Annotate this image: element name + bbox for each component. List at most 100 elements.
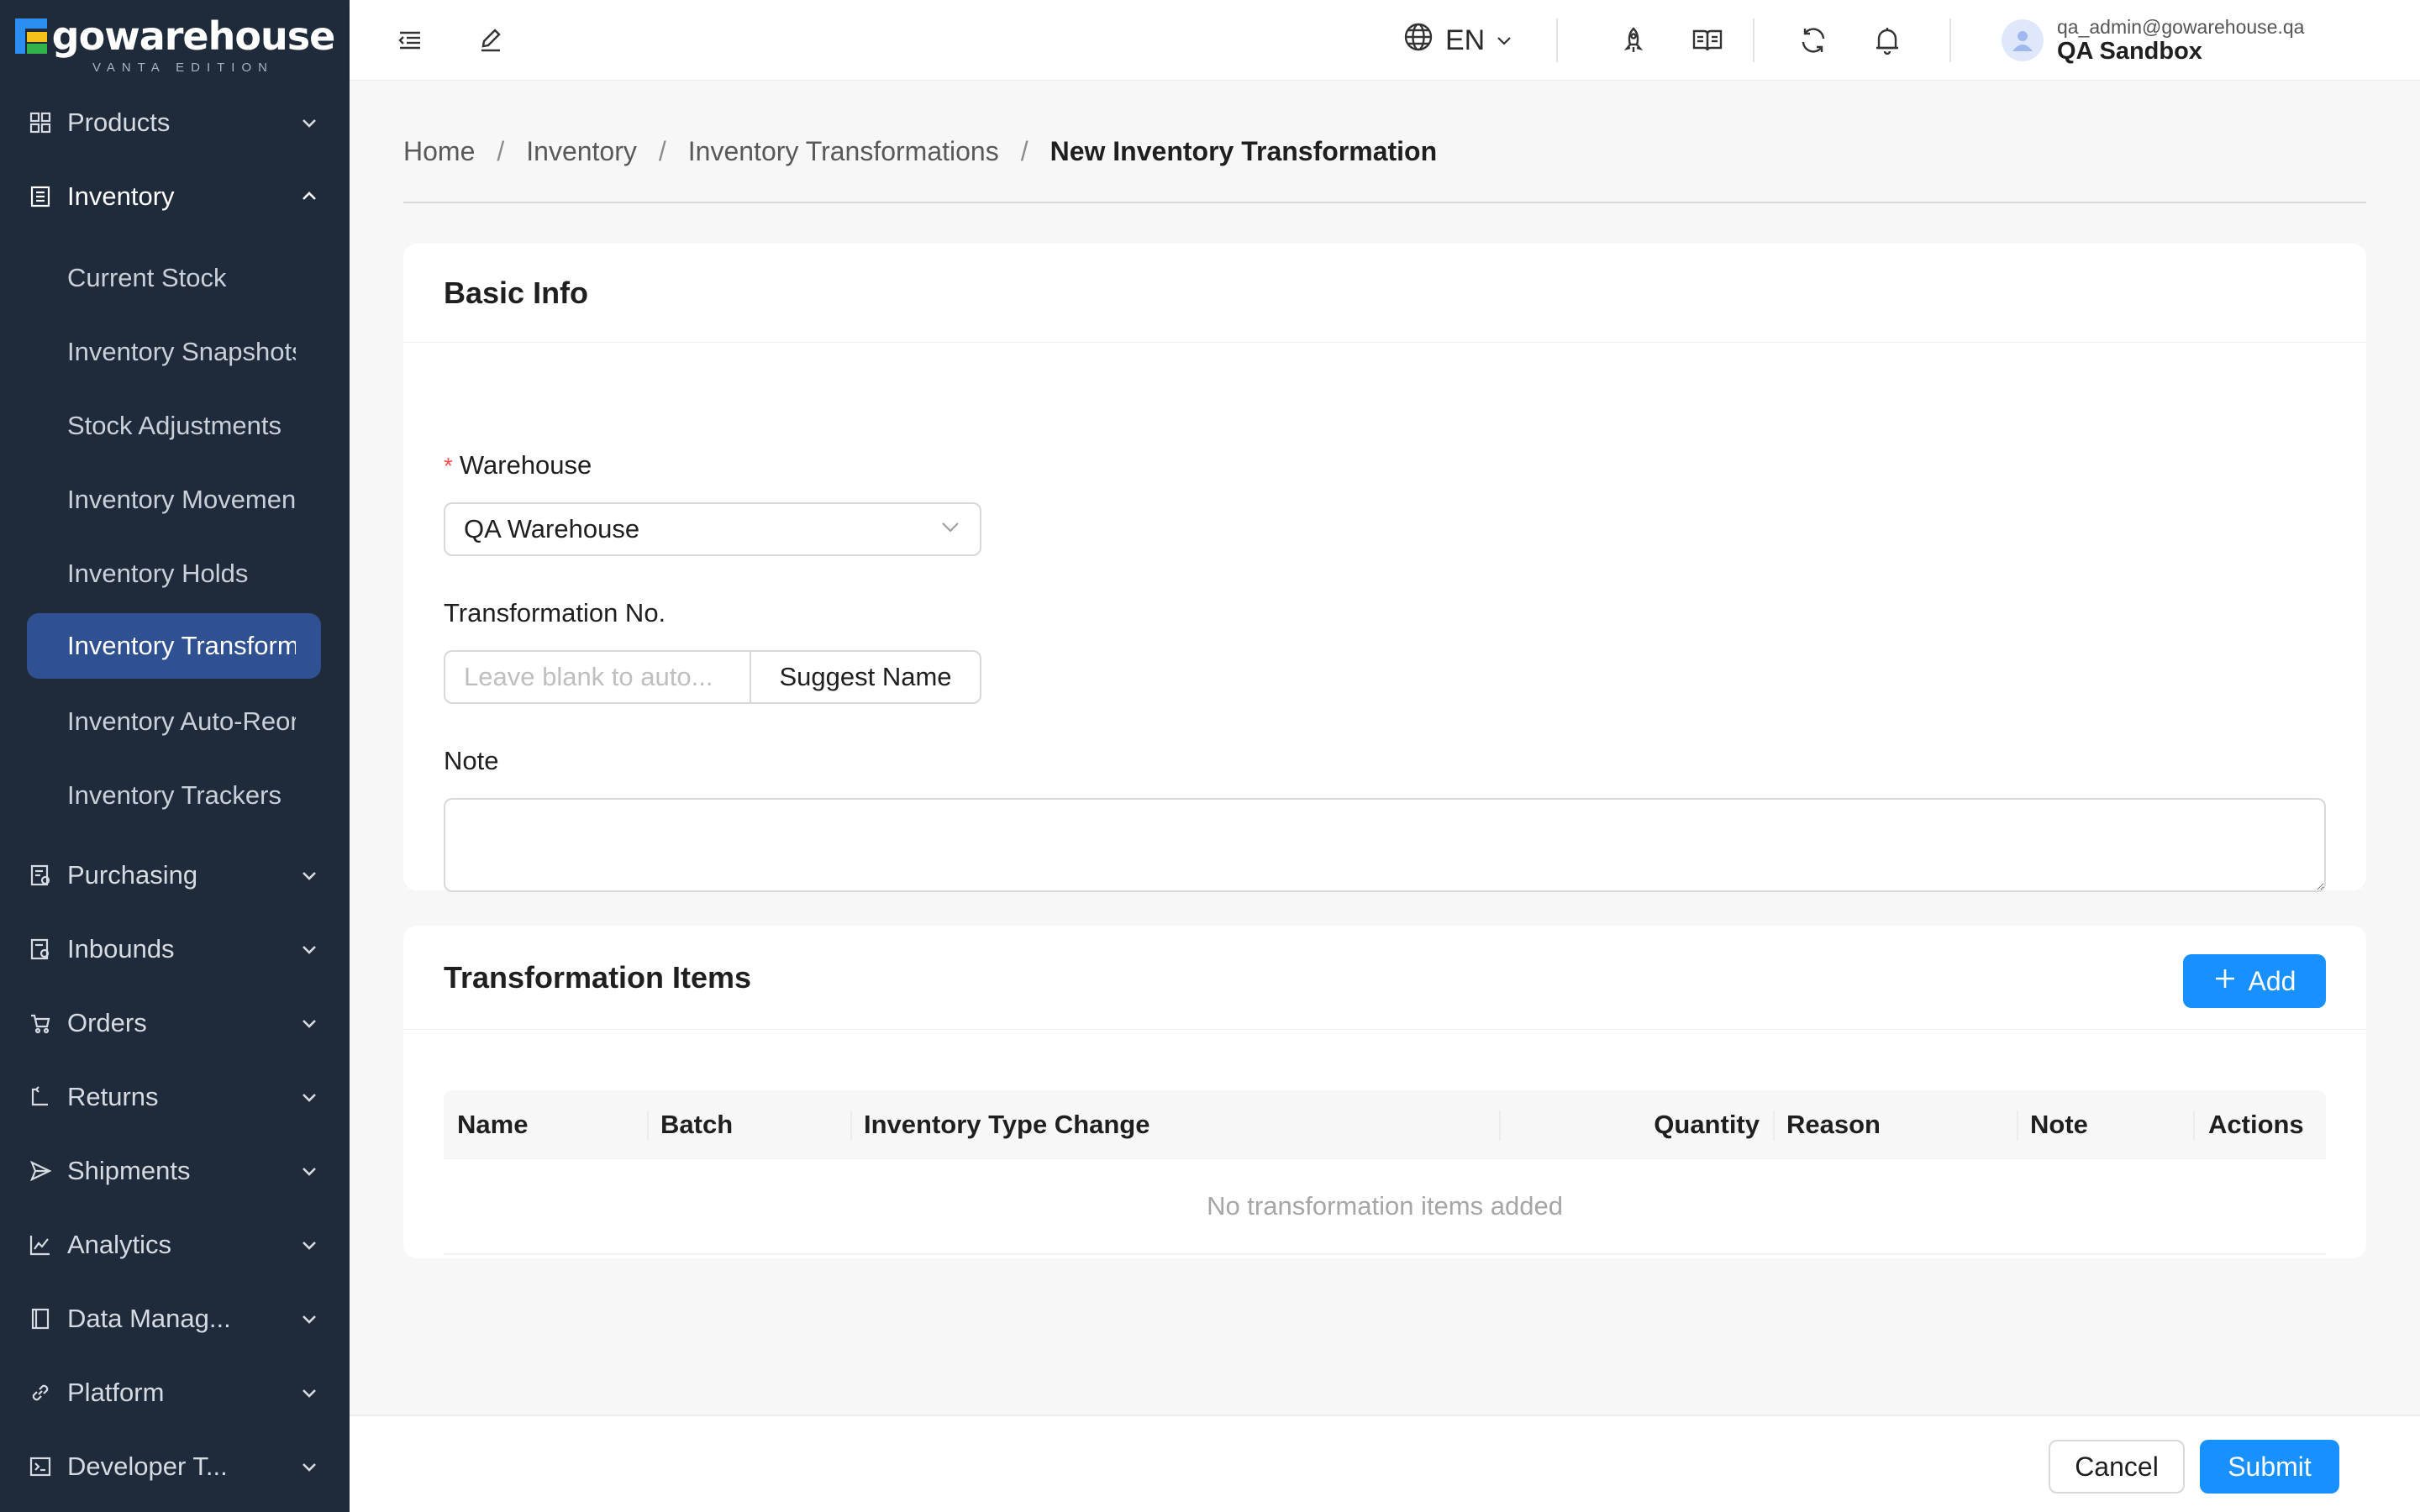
sidebar-item-orders[interactable]: Orders	[27, 993, 321, 1053]
sidebar-item-label: Inventory	[67, 181, 175, 211]
rocket-icon[interactable]	[1617, 24, 1650, 57]
breadcrumb: Home / Inventory / Inventory Transformat…	[403, 136, 1437, 167]
sidebar-subitem-current-stock[interactable]: Current Stock	[27, 245, 321, 311]
sidebar-subitem-inventory-holds[interactable]: Inventory Holds	[27, 541, 321, 606]
chevron-down-icon	[297, 1233, 321, 1257]
breadcrumb-inventory-transformations[interactable]: Inventory Transformations	[688, 136, 999, 167]
sidebar-item-label: Platform	[67, 1378, 165, 1407]
book-icon	[27, 1305, 54, 1332]
chevron-down-icon	[297, 1307, 321, 1331]
returns-icon	[27, 1084, 54, 1110]
sidebar-item-returns[interactable]: Returns	[27, 1067, 321, 1127]
language-selector[interactable]: EN	[1402, 20, 1513, 60]
breadcrumb-inventory[interactable]: Inventory	[526, 136, 637, 167]
sidebar-item-purchasing[interactable]: Purchasing	[27, 845, 321, 906]
inventory-icon	[27, 183, 54, 210]
top-bar: EN qa_admin@gowarehouse.qa QA Sandbox	[350, 0, 2420, 81]
cancel-button[interactable]: Cancel	[2049, 1440, 2185, 1494]
language-value: EN	[1445, 24, 1486, 56]
sidebar-subitem-inventory-auto-reorder[interactable]: Inventory Auto-Reorder	[27, 689, 321, 754]
menu-fold-icon[interactable]	[393, 24, 427, 57]
sidebar-item-platform[interactable]: Platform	[27, 1362, 321, 1423]
sidebar-item-shipments[interactable]: Shipments	[27, 1141, 321, 1201]
sidebar-item-label: Data Manag...	[67, 1304, 231, 1333]
sidebar-item-label: Developer T...	[67, 1452, 228, 1481]
sidebar-item-label: Returns	[67, 1082, 159, 1111]
sidebar-subitem-label: Inventory Movements	[67, 485, 296, 514]
chevron-down-icon	[297, 864, 321, 887]
basic-info-card: Basic Info * Warehouse QA Warehouse Trans…	[403, 244, 2366, 892]
breadcrumb-separator: /	[497, 136, 505, 166]
logo-mark-icon	[14, 18, 47, 54]
chevron-down-icon	[297, 1381, 321, 1404]
chart-icon	[27, 1231, 54, 1258]
sidebar-item-data-management[interactable]: Data Manag...	[27, 1289, 321, 1349]
sidebar-item-products[interactable]: Products	[27, 92, 321, 153]
add-item-button[interactable]: Add	[2183, 954, 2326, 1008]
breadcrumb-separator: /	[1020, 136, 1028, 166]
sidebar-subitem-stock-adjustments[interactable]: Stock Adjustments	[27, 393, 321, 459]
sidebar-subitem-inventory-movements[interactable]: Inventory Movements	[27, 467, 321, 533]
note-label: Note	[444, 746, 499, 775]
sidebar-item-label: Analytics	[67, 1230, 172, 1259]
sidebar-item-inbounds[interactable]: Inbounds	[27, 919, 321, 979]
breadcrumb-divider	[403, 202, 2366, 203]
grid-icon	[27, 109, 54, 136]
transformation-no-input[interactable]	[444, 650, 750, 704]
chevron-down-icon	[297, 1455, 321, 1478]
breadcrumb-home[interactable]: Home	[403, 136, 475, 167]
transformation-items-table: Name Batch Inventory Type Change Quantit…	[444, 1090, 2326, 1255]
chevron-down-icon	[1495, 24, 1513, 57]
brand-edition: VANTA EDITION	[92, 60, 274, 75]
sidebar-item-inventory[interactable]: Inventory	[27, 166, 321, 227]
table-header: Name Batch Inventory Type Change Quantit…	[444, 1090, 2326, 1159]
chevron-down-icon	[939, 514, 961, 544]
submit-button[interactable]: Submit	[2200, 1440, 2339, 1494]
link-icon	[27, 1379, 54, 1406]
transformation-items-card: Transformation Items Add Name Batch Inve…	[403, 926, 2366, 1258]
note-textarea[interactable]	[444, 798, 2326, 892]
warehouse-select[interactable]: QA Warehouse	[444, 502, 981, 556]
sidebar-subitem-label: Stock Adjustments	[67, 411, 282, 440]
column-header-actions: Actions	[2193, 1090, 2326, 1159]
plus-icon	[2213, 966, 2237, 997]
breadcrumb-current: New Inventory Transformation	[1050, 136, 1438, 166]
sidebar-item-label: Shipments	[67, 1156, 191, 1185]
sidebar-item-developer-tools[interactable]: Developer T...	[27, 1436, 321, 1497]
user-menu[interactable]: qa_admin@gowarehouse.qa QA Sandbox	[2002, 12, 2304, 69]
cart-icon	[27, 1010, 54, 1037]
sidebar-subitem-label: Inventory Snapshots	[67, 337, 296, 366]
transformation-items-title: Transformation Items	[403, 926, 2366, 1030]
breadcrumb-separator: /	[658, 136, 666, 166]
transformation-no-group: Suggest Name	[444, 650, 981, 704]
basic-info-title: Basic Info	[403, 244, 2366, 343]
toolbar-divider	[1949, 18, 1951, 62]
form-footer: Cancel Submit	[350, 1415, 2420, 1512]
avatar	[2002, 19, 2044, 61]
edit-icon[interactable]	[474, 24, 508, 57]
bell-icon[interactable]	[1870, 24, 1904, 57]
purchasing-icon	[27, 862, 54, 889]
sidebar-item-analytics[interactable]: Analytics	[27, 1215, 321, 1275]
sidebar-subitem-inventory-transformations[interactable]: Inventory Transformations	[27, 613, 321, 679]
refresh-icon[interactable]	[1797, 24, 1830, 57]
sidebar-subitem-label: Inventory Auto-Reorder	[67, 706, 296, 736]
column-header-note: Note	[2017, 1090, 2193, 1159]
add-item-label: Add	[2248, 965, 2296, 996]
empty-state: No transformation items added	[444, 1159, 2326, 1255]
suggest-name-button[interactable]: Suggest Name	[750, 650, 981, 704]
org-name: QA Sandbox	[2057, 38, 2202, 65]
open-book-icon[interactable]	[1691, 24, 1724, 57]
main-content: Home / Inventory / Inventory Transformat…	[350, 81, 2420, 1415]
send-icon	[27, 1158, 54, 1184]
sidebar: gowarehouse VANTA EDITION Products Inven…	[0, 0, 350, 1512]
terminal-icon	[27, 1453, 54, 1480]
toolbar-divider	[1753, 18, 1754, 62]
sidebar-subitem-inventory-trackers[interactable]: Inventory Trackers	[27, 763, 321, 828]
sidebar-item-label: Purchasing	[67, 860, 198, 890]
brand-logo[interactable]: gowarehouse VANTA EDITION	[0, 0, 350, 81]
sidebar-subitem-inventory-snapshots[interactable]: Inventory Snapshots	[27, 319, 321, 385]
column-header-name: Name	[457, 1109, 529, 1139]
toolbar-divider	[1556, 18, 1558, 62]
column-header-inventory-type-change: Inventory Type Change	[850, 1090, 1499, 1159]
